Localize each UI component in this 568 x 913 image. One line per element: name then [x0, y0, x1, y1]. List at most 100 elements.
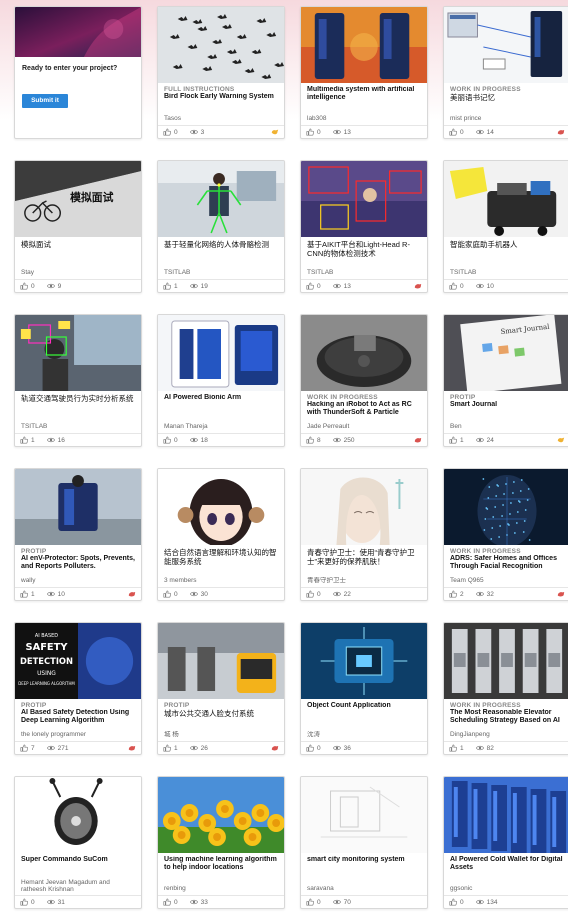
project-author[interactable]: DingJianpeng: [450, 731, 564, 741]
project-thumbnail[interactable]: [158, 777, 284, 853]
project-card[interactable]: AI Powered Cold Wallet for Digital Asset…: [443, 776, 568, 909]
project-author[interactable]: TSITLAB: [450, 269, 564, 279]
project-thumbnail[interactable]: AI BASED SAFETY DETECTION USING DEEP LEARNIN…: [15, 623, 141, 699]
project-title[interactable]: AI enV-Protector: Spots, Prevents, and R…: [21, 555, 135, 571]
project-author[interactable]: Hemant Jeevan Magadum and ratheesh Krish…: [21, 879, 135, 895]
project-author[interactable]: TSITLAB: [164, 269, 278, 279]
project-title[interactable]: 智能家庭助手机器人: [450, 240, 564, 249]
submit-it-button[interactable]: Submit it: [22, 93, 68, 108]
project-card[interactable]: Smart Journal PROTIP Smart Journal Ben 1 24: [443, 314, 568, 447]
project-card[interactable]: WORK IN PROGRESS Hacking an iRobot to Act…: [300, 314, 428, 447]
project-thumbnail[interactable]: [15, 315, 141, 391]
project-card[interactable]: 青春守护卫士：使用“青春守护卫士”来更好的保养肌肤！ 青春守护卫士 0 22: [300, 468, 428, 601]
project-author[interactable]: 沈涛: [307, 731, 421, 741]
thumbs-up-icon[interactable]: [20, 744, 28, 752]
project-card[interactable]: WORK IN PROGRESS 美丽语书记忆 mist prince 0 14: [443, 6, 568, 139]
project-thumbnail[interactable]: Smart Journal: [444, 315, 568, 391]
project-card[interactable]: AI Powered Bionic Arm Manan Thareja 0 18: [157, 314, 285, 447]
project-author[interactable]: wally: [21, 577, 135, 587]
project-author[interactable]: mist prince: [450, 115, 564, 125]
project-card[interactable]: 基于轻量化网络的人体骨骼检测 TSITLAB 1 19: [157, 160, 285, 293]
project-thumbnail[interactable]: [444, 161, 568, 237]
project-title[interactable]: Using machine learning algorithm to help…: [164, 856, 278, 872]
project-thumbnail[interactable]: [301, 623, 427, 699]
project-title[interactable]: Smart Journal: [450, 401, 564, 409]
thumbs-up-icon[interactable]: [163, 898, 171, 906]
project-author[interactable]: Stay: [21, 269, 135, 279]
project-title[interactable]: 轨道交通驾驶员行为实时分析系统: [21, 394, 135, 403]
thumbs-up-icon[interactable]: [449, 436, 457, 444]
thumbs-up-icon[interactable]: [163, 282, 171, 290]
project-card[interactable]: FULL INSTRUCTIONS Bird Flock Early Warnin…: [157, 6, 285, 139]
project-author[interactable]: saravana: [307, 885, 421, 895]
thumbs-up-icon[interactable]: [306, 128, 314, 136]
project-title[interactable]: AI Powered Cold Wallet for Digital Asset…: [450, 856, 564, 872]
project-title[interactable]: Object Count Application: [307, 702, 421, 710]
project-thumbnail[interactable]: [444, 777, 568, 853]
project-thumbnail[interactable]: [301, 161, 427, 237]
thumbs-up-icon[interactable]: [449, 590, 457, 598]
project-title[interactable]: AI Powered Bionic Arm: [164, 394, 278, 402]
thumbs-up-icon[interactable]: [20, 282, 28, 290]
project-card[interactable]: 结合自然语言理解和环境认知的智能服务系统 3 members 0 30: [157, 468, 285, 601]
project-title[interactable]: Multimedia system with artificial intell…: [307, 86, 421, 102]
project-author[interactable]: renbing: [164, 885, 278, 895]
project-author[interactable]: TSITLAB: [307, 269, 421, 279]
project-thumbnail[interactable]: [158, 7, 284, 83]
project-thumbnail[interactable]: [444, 7, 568, 83]
project-author[interactable]: Tasos: [164, 115, 278, 125]
project-title[interactable]: Bird Flock Early Warning System: [164, 93, 278, 101]
project-author[interactable]: the lonely programmer: [21, 731, 135, 741]
project-card[interactable]: 模拟面试 模拟面试 Stay 0 9: [14, 160, 142, 293]
project-title[interactable]: 美丽语书记忆: [450, 93, 564, 102]
project-title[interactable]: 城市公共交通人脸支付系统: [164, 709, 278, 718]
project-author[interactable]: 3 members: [164, 577, 278, 587]
project-author[interactable]: lab308: [307, 115, 421, 125]
project-author[interactable]: Jade Perreault: [307, 423, 421, 433]
project-title[interactable]: 模拟面试: [21, 240, 135, 249]
thumbs-up-icon[interactable]: [449, 128, 457, 136]
project-thumbnail[interactable]: [301, 7, 427, 83]
thumbs-up-icon[interactable]: [306, 744, 314, 752]
thumbs-up-icon[interactable]: [20, 898, 28, 906]
project-title[interactable]: smart city monitoring system: [307, 856, 421, 864]
project-card[interactable]: 轨道交通驾驶员行为实时分析系统 TSITLAB 1 16: [14, 314, 142, 447]
thumbs-up-icon[interactable]: [163, 590, 171, 598]
project-author[interactable]: Ben: [450, 423, 564, 433]
project-title[interactable]: 基于轻量化网络的人体骨骼检测: [164, 240, 278, 249]
project-author[interactable]: ggsonic: [450, 885, 564, 895]
project-card[interactable]: smart city monitoring system saravana 0 70: [300, 776, 428, 909]
thumbs-up-icon[interactable]: [449, 282, 457, 290]
project-title[interactable]: 结合自然语言理解和环境认知的智能服务系统: [164, 548, 278, 566]
project-thumbnail[interactable]: [301, 469, 427, 545]
thumbs-up-icon[interactable]: [163, 436, 171, 444]
project-thumbnail[interactable]: [301, 777, 427, 853]
project-title[interactable]: Super Commando SuCom: [21, 856, 135, 864]
project-thumbnail[interactable]: [301, 315, 427, 391]
project-author[interactable]: 城 杨: [164, 731, 278, 741]
project-author[interactable]: Manan Thareja: [164, 423, 278, 433]
project-author[interactable]: Team Q965: [450, 577, 564, 587]
thumbs-up-icon[interactable]: [306, 898, 314, 906]
project-thumbnail[interactable]: [158, 469, 284, 545]
project-card[interactable]: AI BASED SAFETY DETECTION USING DEEP LEARNIN…: [14, 622, 142, 755]
project-thumbnail[interactable]: [15, 777, 141, 853]
project-title[interactable]: ADRS: Safer Homes and Offices Through Fa…: [450, 555, 564, 571]
project-card[interactable]: Object Count Application 沈涛 0 36: [300, 622, 428, 755]
project-title[interactable]: AI Based Safety Detection Using Deep Lea…: [21, 709, 135, 725]
project-card[interactable]: Multimedia system with artificial intell…: [300, 6, 428, 139]
thumbs-up-icon[interactable]: [306, 590, 314, 598]
project-card[interactable]: WORK IN PROGRESS ADRS: Safer Homes and Of…: [443, 468, 568, 601]
project-title[interactable]: The Most Reasonable Elevator Scheduling …: [450, 709, 564, 725]
project-card[interactable]: Super Commando SuCom Hemant Jeevan Magadu…: [14, 776, 142, 909]
project-thumbnail[interactable]: [444, 469, 568, 545]
thumbs-up-icon[interactable]: [306, 282, 314, 290]
project-thumbnail[interactable]: [444, 623, 568, 699]
project-card[interactable]: 基于AIKIT平台和Light-Head R-CNN的物体检测技术 TSITLAB…: [300, 160, 428, 293]
project-title[interactable]: 青春守护卫士：使用“青春守护卫士”来更好的保养肌肤！: [307, 548, 421, 566]
thumbs-up-icon[interactable]: [306, 436, 314, 444]
project-author[interactable]: 青春守护卫士: [307, 577, 421, 587]
project-card[interactable]: PROTIP AI enV-Protector: Spots, Prevents,…: [14, 468, 142, 601]
thumbs-up-icon[interactable]: [20, 590, 28, 598]
project-card[interactable]: PROTIP 城市公共交通人脸支付系统城 杨 1 26: [157, 622, 285, 755]
